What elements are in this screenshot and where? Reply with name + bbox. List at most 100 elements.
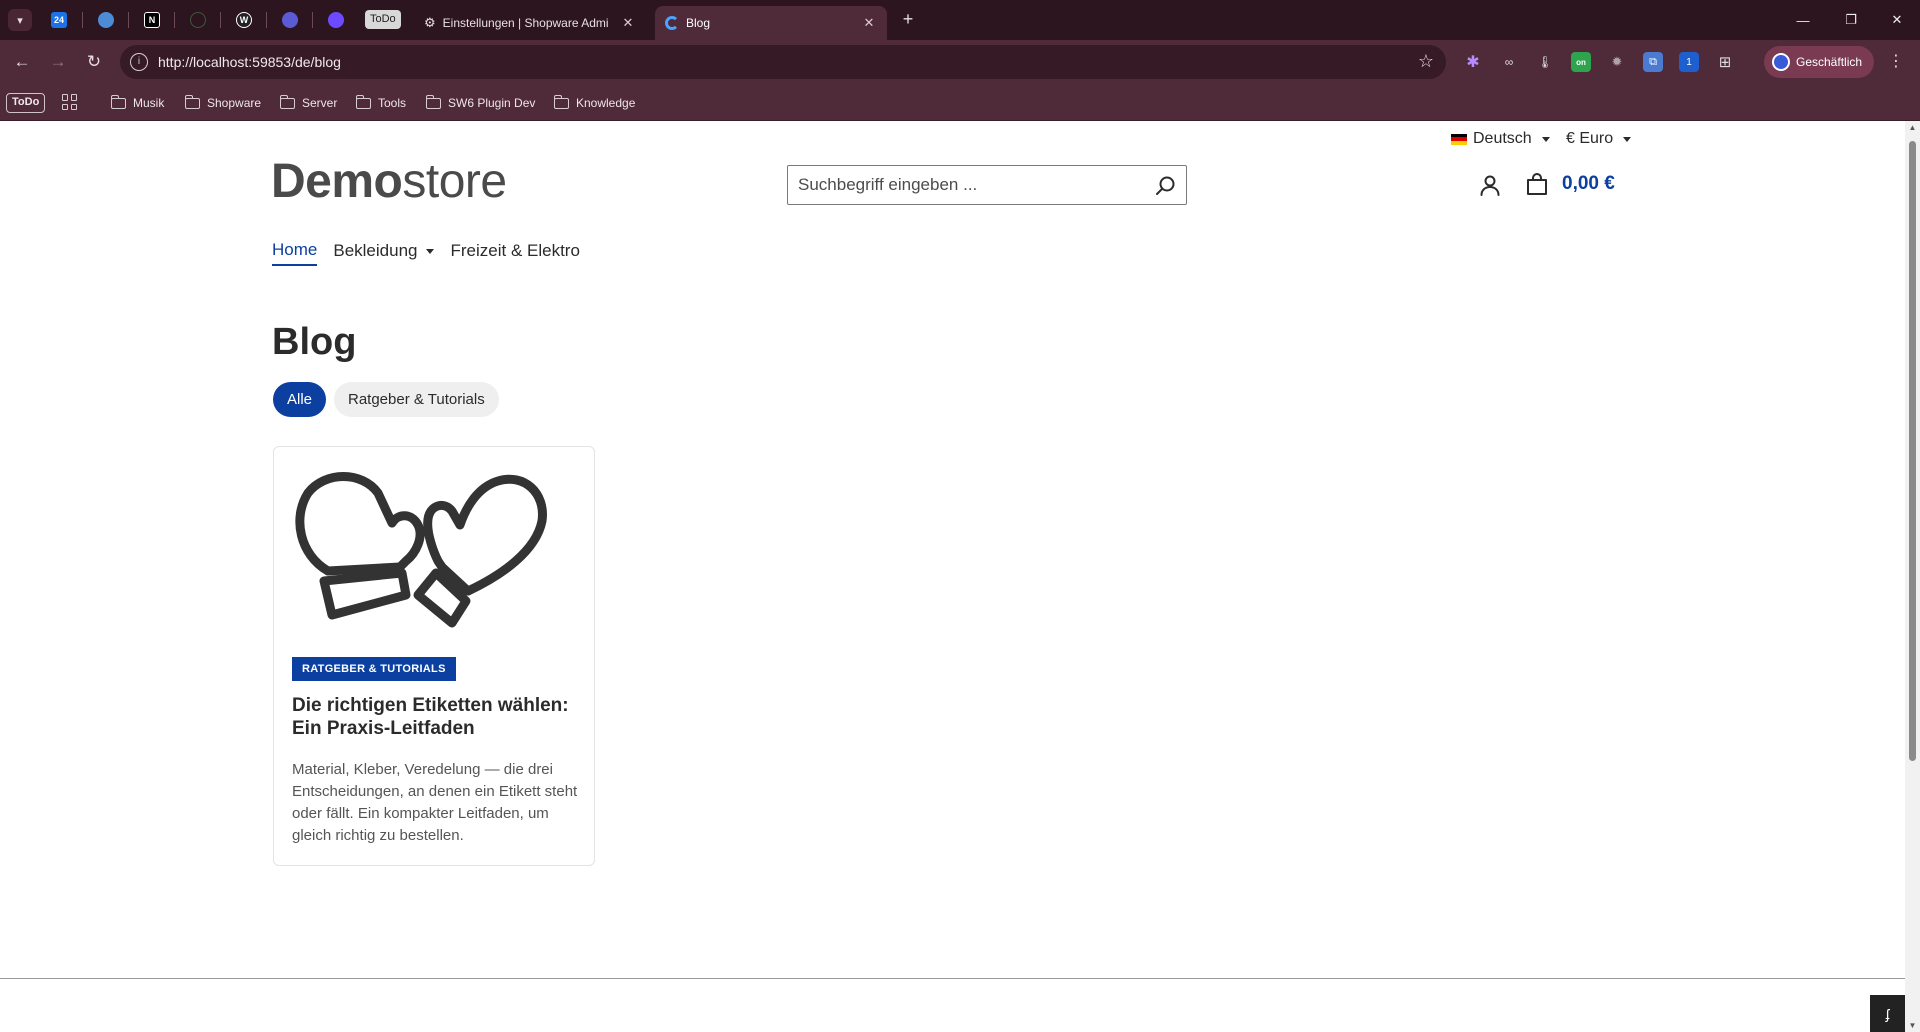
bookmark-folder-sw6-plugin-dev[interactable]: SW6 Plugin Dev [425,93,536,113]
nav-label: Freizeit & Elektro [450,241,580,260]
nav-item-freizeit-elektro[interactable]: Freizeit & Elektro [450,240,579,266]
calendar-24-icon: 24 [51,12,67,28]
tab-title: Einstellungen | Shopware Admi [442,16,609,30]
nav-item-home[interactable]: Home [272,240,318,266]
caret-down-icon [426,248,435,254]
currency-selector[interactable]: € Euro [1566,130,1632,148]
bookmark-todo[interactable]: ToDo [6,93,46,113]
browser-toolbar: ← → ↻ i http://localhost:59853/de/blog ☆… [0,40,1920,85]
tab-shopware-admin[interactable]: ⚙ Einstellungen | Shopware Admi ✕ [414,6,646,40]
w-icon: W [236,12,252,28]
extension-thermometer-icon[interactable]: 🌡 [1535,52,1555,72]
page-scrollbar[interactable]: ▲ ▼ [1905,121,1920,1032]
search-input[interactable] [788,166,1128,204]
bookmark-folder-knowledge[interactable]: Knowledge [553,93,636,113]
site-info-icon[interactable]: i [130,53,148,71]
caret-down-icon [1541,136,1550,142]
bookmark-folder-musik[interactable]: Musik [110,93,165,113]
pinned-tab-5[interactable]: W [228,8,260,32]
language-selector[interactable]: Deutsch [1451,130,1550,148]
bookmark-label: SW6 Plugin Dev [448,96,536,110]
arrow-left-icon: ← [13,52,31,71]
extension-shield-icon[interactable]: 1 [1679,52,1699,72]
purple-app-icon [328,12,344,28]
cart-total[interactable]: 0,00 € [1562,173,1615,195]
category-badge[interactable]: RATGEBER & TUTORIALS [292,657,456,681]
nav-item-bekleidung[interactable]: Bekleidung [333,240,435,266]
folder-icon [425,94,441,109]
blog-post-card[interactable]: RATGEBER & TUTORIALS Die richtigen Etike… [273,446,595,866]
cart-icon[interactable] [1525,172,1549,196]
folder-icon [355,94,371,109]
bookmark-label: Knowledge [576,96,636,110]
symfony-toolbar-toggle[interactable]: ʄ [1870,995,1905,1032]
minimize-button[interactable]: — [1780,0,1826,40]
extension-glasses-icon[interactable]: ∞ [1499,52,1519,72]
extensions-puzzle-icon[interactable]: ⊞ [1715,52,1735,72]
apps-grid-icon[interactable] [62,94,78,110]
new-tab-button[interactable]: + [896,8,920,32]
tab-separator [128,12,129,28]
close-icon[interactable]: ✕ [620,15,636,31]
bookmark-folder-tools[interactable]: Tools [355,93,406,113]
tab-blog[interactable]: Blog ✕ [655,6,887,40]
pinned-tab-4[interactable] [182,8,214,32]
logo-bold-text: Demo [271,155,403,208]
back-button[interactable]: ← [8,48,36,76]
bookmark-label: Server [302,96,338,110]
avatar [1772,53,1790,71]
notion-icon: N [144,12,160,28]
bookmark-label: Musik [133,96,165,110]
filter-ratgeber-tutorials[interactable]: Ratgeber & Tutorials [334,382,499,417]
filter-all[interactable]: Alle [273,382,327,417]
extension-bug-icon[interactable]: ✹ [1607,52,1627,72]
tab-search-button[interactable]: ▾ [8,9,32,31]
scroll-thumb[interactable] [1909,141,1916,761]
currency-label: € Euro [1566,130,1614,147]
page-title: Blog [272,321,357,363]
extension-on-icon[interactable]: on [1571,52,1591,72]
close-icon[interactable]: ✕ [861,15,877,31]
caret-down-icon [1623,136,1632,142]
more-menu-icon[interactable]: ⋮ [1886,52,1906,72]
forward-button[interactable]: → [44,48,72,76]
pinned-tab-2[interactable] [90,8,122,32]
account-icon[interactable] [1478,173,1502,197]
folder-icon [184,94,200,109]
pinned-tab-6[interactable] [274,8,306,32]
search-form [787,165,1187,205]
scroll-up-icon[interactable]: ▲ [1908,123,1917,132]
bookmark-folder-shopware[interactable]: Shopware [184,93,262,113]
main-navigation: Home Bekleidung Freizeit & Elektro [272,240,580,266]
nav-label: Home [272,240,318,259]
pinned-tab-3[interactable]: N [136,8,168,32]
app-icon [98,12,114,28]
nav-label: Bekleidung [333,241,418,260]
bookmark-folder-server[interactable]: Server [279,93,338,113]
web-page: Deutsch € Euro Demostore 0,00 € Home Bek… [0,121,1905,1032]
folder-icon [279,94,295,109]
pinned-tab-7[interactable] [320,8,352,32]
post-title[interactable]: Die richtigen Etiketten wählen: Ein Prax… [292,694,582,740]
close-window-button[interactable]: ✕ [1874,0,1920,40]
folder-icon [553,94,569,109]
search-icon[interactable] [1154,174,1178,198]
extension-gear-icon[interactable]: ✱ [1463,52,1483,72]
reload-button[interactable]: ↻ [80,48,108,76]
bookmark-label: Shopware [207,96,262,110]
url-text[interactable]: http://localhost:59853/de/blog [158,54,341,70]
chevron-down-icon: ▾ [17,14,23,27]
store-logo[interactable]: Demostore [271,154,507,209]
address-bar[interactable]: i http://localhost:59853/de/blog ☆ [120,45,1446,79]
scroll-down-icon[interactable]: ▼ [1908,1021,1917,1030]
todo-tab[interactable]: ToDo [365,10,401,29]
profile-button[interactable]: Geschäftlich [1764,46,1874,78]
extension-translate-icon[interactable]: ⧉ [1643,52,1663,72]
bookmark-star-icon[interactable]: ☆ [1418,51,1434,72]
tab-separator [82,12,83,28]
language-label: Deutsch [1473,130,1532,147]
post-excerpt: Material, Kleber, Veredelung — die drei … [292,761,578,844]
restore-button[interactable]: ❐ [1828,0,1874,40]
tab-separator [312,12,313,28]
pinned-tab-1[interactable]: 24 [43,8,75,32]
